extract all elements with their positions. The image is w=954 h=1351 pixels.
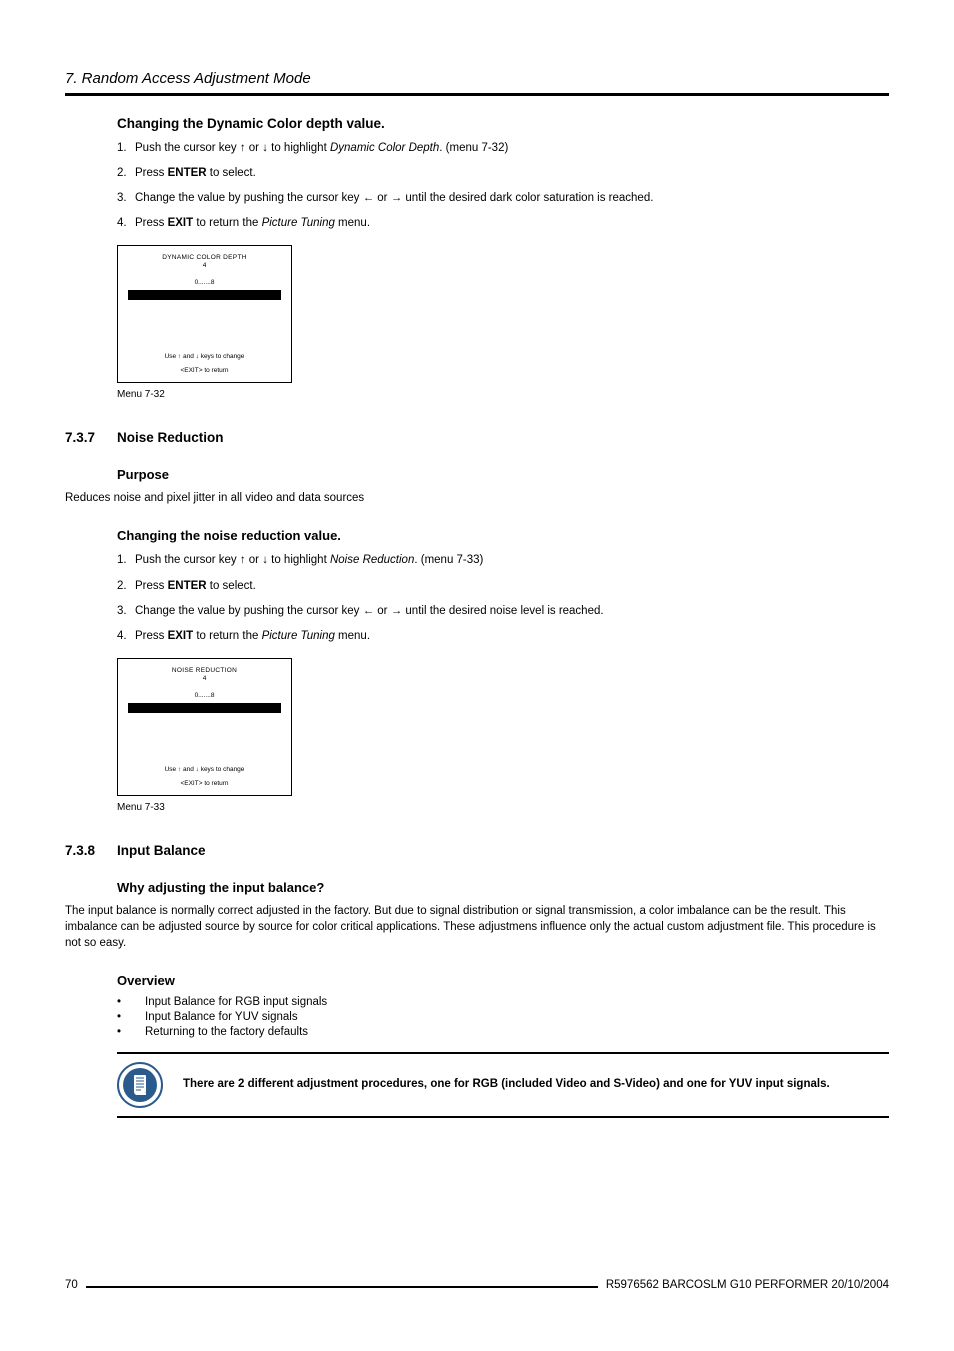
menu-value: 4 bbox=[128, 262, 281, 269]
menu-bar-icon bbox=[128, 290, 281, 300]
step-2: 2. Press ENTER to select. bbox=[117, 578, 889, 594]
page-footer: 70 R5976562 BARCOSLM G10 PERFORMER 20/10… bbox=[65, 1279, 889, 1291]
footer-rule bbox=[86, 1286, 598, 1288]
step-num: 4. bbox=[117, 215, 135, 231]
step-3: 3. Change the value by pushing the curso… bbox=[117, 603, 889, 619]
menu-keys-hint: Use ↑ and ↓ keys to change bbox=[118, 766, 291, 773]
step-text: Push the cursor key ↑ or ↓ to highlight … bbox=[135, 140, 508, 156]
list-item: •Input Balance for RGB input signals bbox=[117, 996, 889, 1008]
menu-value: 4 bbox=[128, 675, 281, 682]
why-text: The input balance is normally correct ad… bbox=[65, 903, 889, 951]
section-noise-reduction: 7.3.7 Noise Reduction bbox=[65, 430, 889, 445]
menu-range: 0.......8 bbox=[128, 279, 281, 286]
note-block: There are 2 different adjustment procedu… bbox=[117, 1062, 889, 1108]
note-text: There are 2 different adjustment procedu… bbox=[183, 1077, 830, 1093]
menu-box-dynamic-color: DYNAMIC COLOR DEPTH 4 0.......8 Use ↑ an… bbox=[117, 245, 292, 383]
menu-exit-hint: <EXIT> to return bbox=[118, 367, 291, 374]
menu-exit-hint: <EXIT> to return bbox=[118, 780, 291, 787]
step-num: 4. bbox=[117, 628, 135, 644]
step-num: 2. bbox=[117, 578, 135, 594]
note-rule-bottom bbox=[117, 1116, 889, 1118]
step-num: 3. bbox=[117, 190, 135, 206]
step-text: Change the value by pushing the cursor k… bbox=[135, 190, 653, 206]
bullet-icon: • bbox=[117, 1011, 145, 1023]
header-rule bbox=[65, 93, 889, 96]
step-4: 4. Press EXIT to return the Picture Tuni… bbox=[117, 628, 889, 644]
section-number: 7.3.7 bbox=[65, 430, 117, 445]
menu-title: NOISE REDUCTION bbox=[128, 667, 281, 674]
step-num: 2. bbox=[117, 165, 135, 181]
overview-list: •Input Balance for RGB input signals •In… bbox=[117, 996, 889, 1038]
menu-keys-hint: Use ↑ and ↓ keys to change bbox=[118, 353, 291, 360]
step-2: 2. Press ENTER to select. bbox=[117, 165, 889, 181]
step-num: 3. bbox=[117, 603, 135, 619]
document-id: R5976562 BARCOSLM G10 PERFORMER 20/10/20… bbox=[606, 1279, 889, 1291]
chapter-title: 7. Random Access Adjustment Mode bbox=[65, 70, 889, 87]
step-num: 1. bbox=[117, 552, 135, 568]
purpose-text: Reduces noise and pixel jitter in all vi… bbox=[65, 490, 889, 506]
heading-dynamic-color: Changing the Dynamic Color depth value. bbox=[117, 116, 889, 131]
step-3: 3. Change the value by pushing the curso… bbox=[117, 190, 889, 206]
section-input-balance: 7.3.8 Input Balance bbox=[65, 843, 889, 858]
step-text: Change the value by pushing the cursor k… bbox=[135, 603, 604, 619]
step-1: 1. Push the cursor key ↑ or ↓ to highlig… bbox=[117, 552, 889, 568]
step-4: 4. Press EXIT to return the Picture Tuni… bbox=[117, 215, 889, 231]
step-num: 1. bbox=[117, 140, 135, 156]
step-text: Press EXIT to return the Picture Tuning … bbox=[135, 628, 370, 644]
note-rule-top bbox=[117, 1052, 889, 1054]
section-title: Noise Reduction bbox=[117, 430, 224, 445]
page-number: 70 bbox=[65, 1279, 78, 1291]
section-title: Input Balance bbox=[117, 843, 206, 858]
step-text: Press EXIT to return the Picture Tuning … bbox=[135, 215, 370, 231]
section-number: 7.3.8 bbox=[65, 843, 117, 858]
bullet-icon: • bbox=[117, 996, 145, 1008]
step-1: 1. Push the cursor key ↑ or ↓ to highlig… bbox=[117, 140, 889, 156]
step-text: Push the cursor key ↑ or ↓ to highlight … bbox=[135, 552, 483, 568]
menu-box-noise-reduction: NOISE REDUCTION 4 0.......8 Use ↑ and ↓ … bbox=[117, 658, 292, 796]
menu-bar-icon bbox=[128, 703, 281, 713]
menu-title: DYNAMIC COLOR DEPTH bbox=[128, 254, 281, 261]
step-text: Press ENTER to select. bbox=[135, 578, 256, 594]
step-text: Press ENTER to select. bbox=[135, 165, 256, 181]
list-item: •Returning to the factory defaults bbox=[117, 1026, 889, 1038]
heading-why-adjusting: Why adjusting the input balance? bbox=[117, 880, 889, 895]
menu-range: 0.......8 bbox=[128, 692, 281, 699]
heading-changing-noise: Changing the noise reduction value. bbox=[117, 528, 889, 543]
list-item: •Input Balance for YUV signals bbox=[117, 1011, 889, 1023]
bullet-icon: • bbox=[117, 1026, 145, 1038]
menu-caption: Menu 7-32 bbox=[117, 389, 889, 400]
note-icon bbox=[117, 1062, 163, 1108]
heading-purpose: Purpose bbox=[117, 467, 889, 482]
menu-caption: Menu 7-33 bbox=[117, 802, 889, 813]
heading-overview: Overview bbox=[117, 973, 889, 988]
